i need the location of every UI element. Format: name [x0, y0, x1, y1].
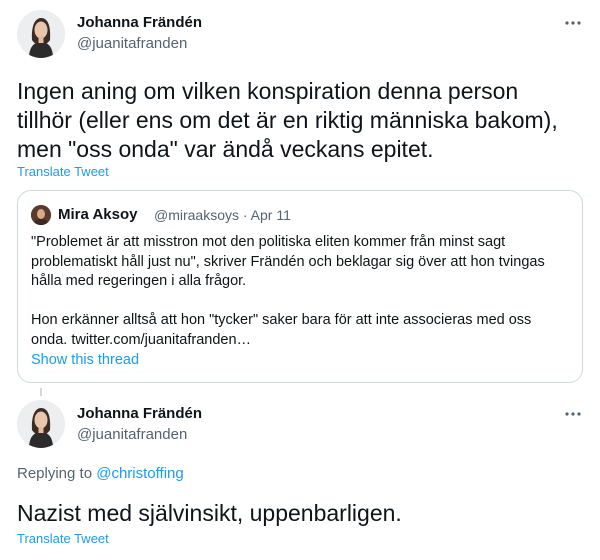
- author-name[interactable]: Johanna Frändén: [77, 14, 202, 31]
- quoted-paragraph: "Problemet är att misstron mot den polit…: [31, 233, 576, 292]
- tweet-text-line: men "oss onda" var ändå veckans epitet.: [17, 136, 434, 162]
- quoted-line: Hon erkänner alltså att hon "tycker" sak…: [31, 312, 532, 328]
- quoted-line: hålla med regeringen i alla frågor.: [31, 273, 247, 289]
- tweet-text-line: tillhör (eller ens om det är en riktig m…: [17, 107, 558, 133]
- quoted-tweet-text: "Problemet är att misstron mot den polit…: [31, 233, 576, 350]
- tweet-text: Ingen aning om vilken konspiration denna…: [17, 77, 558, 164]
- more-horizontal-icon[interactable]: [563, 404, 583, 424]
- thread-connector-line: [40, 388, 42, 396]
- quoted-paragraph: Hon erkänner alltså att hon "tycker" sak…: [31, 311, 576, 350]
- quoted-tweet[interactable]: Mira Aksoy @miraaksoys · Apr 11 "Problem…: [17, 190, 583, 383]
- quoted-author-avatar[interactable]: [31, 205, 51, 225]
- avatar[interactable]: [17, 400, 65, 448]
- quoted-author-meta: @miraaksoys · Apr 11: [154, 207, 291, 223]
- author-name[interactable]: Johanna Frändén: [77, 405, 202, 422]
- quoted-line: problematiskt håll just nu", skriver Frä…: [31, 253, 545, 270]
- author-handle[interactable]: @juanitafranden: [77, 35, 187, 52]
- quoted-author-name[interactable]: Mira Aksoy: [58, 206, 137, 223]
- more-horizontal-icon[interactable]: [563, 13, 583, 33]
- tweet-text: Nazist med självinsikt, uppenbarligen.: [17, 500, 402, 526]
- show-thread-link[interactable]: Show this thread: [31, 352, 139, 368]
- quoted-line: "Problemet är att misstron mot den polit…: [31, 234, 506, 250]
- replying-to-label: Replying to: [17, 465, 97, 482]
- tweet-text-line: Ingen aning om vilken konspiration denna…: [17, 78, 519, 104]
- translate-tweet-link[interactable]: Translate Tweet: [17, 531, 109, 546]
- quoted-line: onda. twitter.com/juanitafranden…: [31, 331, 252, 348]
- avatar[interactable]: [17, 10, 65, 58]
- replying-to: Replying to @christoffing: [17, 465, 184, 482]
- translate-tweet-link[interactable]: Translate Tweet: [17, 164, 109, 179]
- replying-to-mention[interactable]: @christoffing: [96, 465, 184, 482]
- author-handle[interactable]: @juanitafranden: [77, 426, 187, 443]
